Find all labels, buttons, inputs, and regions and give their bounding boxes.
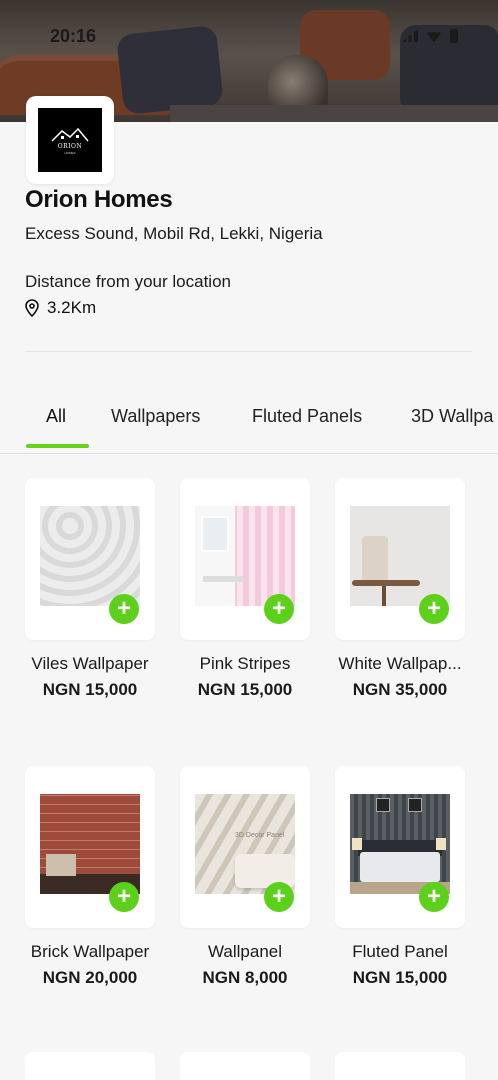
product-card[interactable]: +	[180, 478, 310, 640]
product-name: Brick Wallpaper	[30, 942, 150, 961]
add-to-cart-button[interactable]: +	[109, 882, 139, 912]
product-card[interactable]: +	[25, 766, 155, 928]
product-name: Viles Wallpaper	[31, 654, 149, 673]
product-card[interactable]	[25, 1052, 155, 1080]
product-name: White Wallpap...	[338, 654, 462, 673]
distance-value: 3.2Km	[47, 298, 97, 317]
map-pin-icon	[25, 299, 39, 317]
store-logo-mark: ORION HOMES	[38, 108, 102, 172]
image-stand-leg	[382, 586, 386, 606]
product-image	[195, 506, 295, 606]
add-to-cart-button[interactable]: +	[109, 594, 139, 624]
house-roof-icon	[51, 127, 89, 142]
image-bed	[360, 852, 440, 882]
tab-fluted-panels[interactable]: Fluted Panels	[252, 406, 362, 427]
store-address: Excess Sound, Mobil Rd, Lekki, Nigeria	[25, 224, 323, 243]
product-card[interactable]: +	[335, 766, 465, 928]
status-icons	[402, 29, 458, 43]
banner-table	[170, 105, 498, 122]
product-price: NGN 15,000	[352, 968, 448, 987]
distance-row: 3.2Km	[25, 298, 96, 318]
product-image	[350, 506, 450, 606]
image-table	[203, 576, 243, 582]
battery-icon	[450, 29, 458, 43]
divider	[25, 351, 472, 352]
product-price: NGN 35,000	[352, 680, 448, 699]
product-name: Fluted Panel	[352, 942, 448, 961]
product-price: NGN 20,000	[42, 968, 138, 987]
product-card[interactable]: +	[335, 478, 465, 640]
product-image	[40, 506, 140, 606]
status-bar: 20:16	[50, 24, 458, 48]
product-card[interactable]	[335, 1052, 465, 1080]
product-card[interactable]	[180, 1052, 310, 1080]
image-lamp	[352, 838, 362, 850]
product-name: Pink Stripes	[199, 654, 291, 673]
category-tabs: All Wallpapers Fluted Panels 3D Wallpa	[0, 398, 498, 454]
image-stand	[352, 580, 420, 586]
product-price: NGN 15,000	[42, 680, 138, 699]
product-image	[40, 794, 140, 894]
product-card[interactable]: 3D Decor Panel +	[180, 766, 310, 928]
image-lamp	[436, 838, 446, 850]
image-watermark: 3D Decor Panel	[235, 832, 285, 839]
image-vase	[362, 536, 388, 582]
store-name: Orion Homes	[25, 186, 173, 213]
image-sign	[376, 798, 390, 812]
tab-wallpapers[interactable]: Wallpapers	[111, 406, 200, 427]
status-time: 20:16	[50, 25, 97, 46]
store-logo: ORION HOMES	[26, 96, 114, 184]
add-to-cart-button[interactable]: +	[264, 882, 294, 912]
image-chair	[46, 854, 76, 876]
tab-3d-wallpapers[interactable]: 3D Wallpa	[411, 406, 493, 427]
image-window	[201, 516, 229, 552]
wifi-icon	[426, 32, 442, 42]
product-image: 3D Decor Panel	[195, 794, 295, 894]
product-card[interactable]: +	[25, 478, 155, 640]
add-to-cart-button[interactable]: +	[264, 594, 294, 624]
product-image	[350, 794, 450, 894]
active-tab-indicator	[26, 444, 89, 448]
product-price: NGN 15,000	[197, 680, 293, 699]
add-to-cart-button[interactable]: +	[419, 594, 449, 624]
distance-label: Distance from your location	[25, 272, 231, 291]
product-price: NGN 8,000	[202, 968, 288, 987]
tab-all[interactable]: All	[46, 406, 66, 427]
image-sign	[408, 798, 422, 812]
product-name: Wallpanel	[207, 942, 283, 961]
logo-subtext: HOMES	[64, 151, 76, 155]
add-to-cart-button[interactable]: +	[419, 882, 449, 912]
logo-text: ORION	[57, 143, 83, 150]
signal-icon	[402, 30, 418, 42]
